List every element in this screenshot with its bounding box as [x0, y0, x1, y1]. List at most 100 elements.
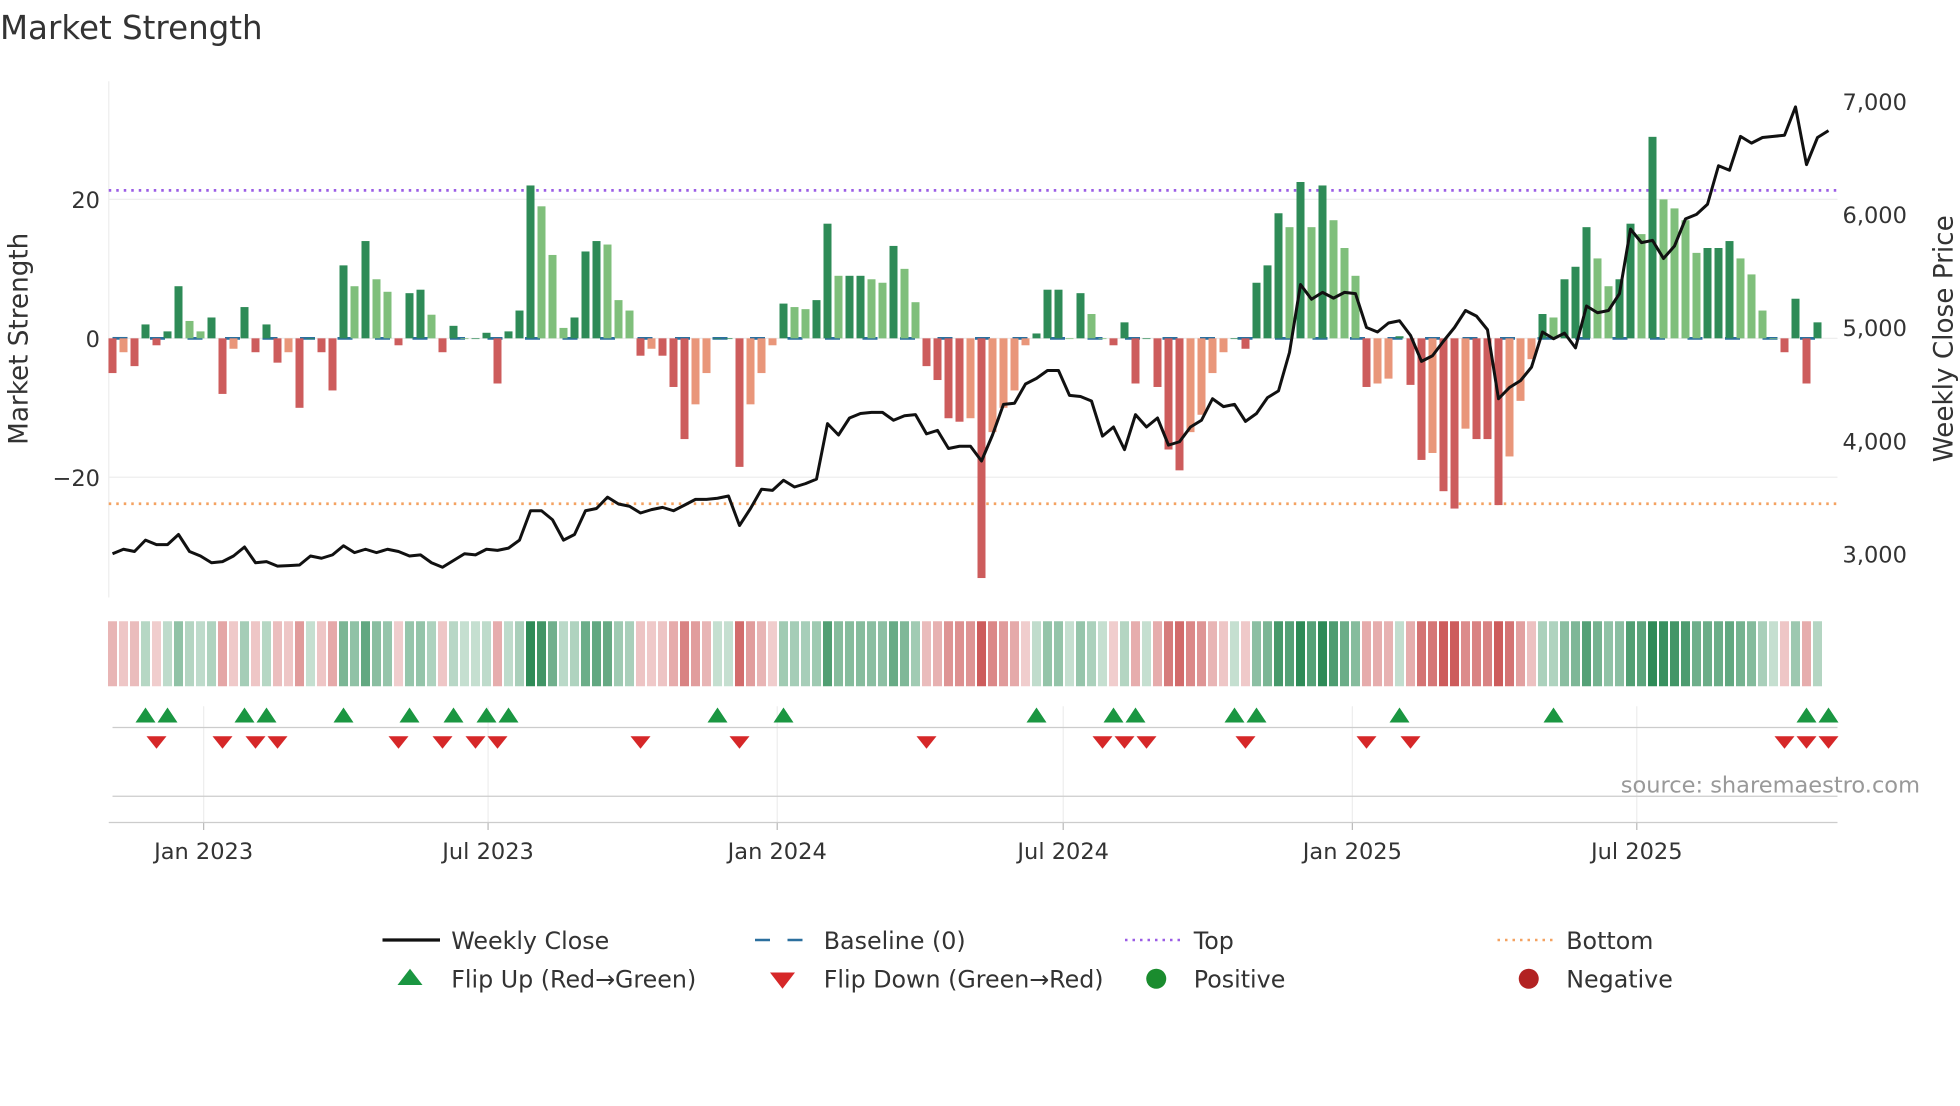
legend-label: Negative — [1566, 966, 1673, 994]
flip-down-marker — [1796, 736, 1817, 749]
heat-cell — [603, 621, 612, 687]
strength-bar — [1164, 338, 1173, 450]
heat-cell — [1450, 621, 1459, 687]
legend-item-negative: Negative — [1518, 966, 1673, 994]
heat-cell — [372, 621, 382, 687]
heat-cell — [1703, 621, 1712, 687]
strength-bar — [1791, 298, 1800, 339]
strength-bar — [394, 338, 403, 346]
strength-bar — [1362, 338, 1371, 387]
legend-label: Flip Down (Green→Red) — [824, 966, 1104, 994]
strength-bar — [1087, 314, 1096, 339]
strength-bar — [746, 338, 755, 405]
heat-cell — [1318, 621, 1327, 687]
strength-bar — [1054, 289, 1063, 339]
strength-bar — [1670, 208, 1679, 339]
heat-cell — [1813, 621, 1822, 687]
right-axis-label: Weekly Close Price — [1930, 215, 1960, 462]
flip-down-marker — [245, 736, 266, 749]
strength-bar — [1472, 338, 1481, 440]
flip-down-marker — [1092, 736, 1113, 749]
heat-cell — [1208, 621, 1217, 687]
strength-bar — [779, 303, 788, 339]
flip-up-marker — [773, 707, 794, 723]
strength-bar — [405, 293, 414, 339]
heat-cell — [240, 621, 249, 687]
flip-up-marker — [157, 707, 178, 723]
heat-cell — [416, 621, 425, 687]
strength-bar — [922, 338, 931, 367]
x-tick-label: Jan 2023 — [152, 839, 253, 865]
strength-bar — [163, 331, 172, 339]
strength-bar — [1560, 279, 1569, 339]
strength-bar — [515, 310, 524, 339]
strength-bar — [636, 338, 645, 356]
strength-bar — [1120, 322, 1129, 339]
heat-cell — [1021, 621, 1030, 687]
legend-label: Baseline (0) — [824, 927, 966, 955]
strength-bar — [416, 289, 425, 339]
x-tick-label: Jan 2025 — [1301, 839, 1402, 865]
strength-bar — [680, 338, 689, 440]
right-tick-label: 7,000 — [1843, 90, 1907, 116]
strength-bar — [438, 338, 447, 353]
heat-cell — [1791, 621, 1800, 687]
heat-cell — [1197, 621, 1206, 687]
heat-cell — [1109, 621, 1118, 687]
flip-up-marker — [135, 707, 156, 723]
heat-cell — [746, 621, 755, 687]
strength-bar — [988, 338, 997, 433]
strength-bar — [1263, 265, 1272, 339]
strength-bar — [218, 338, 227, 394]
strength-bar — [284, 338, 293, 353]
strength-bar — [724, 338, 733, 340]
strength-bar — [1142, 338, 1151, 340]
strength-bar — [306, 338, 315, 340]
strength-bar — [867, 279, 876, 339]
strength-bar — [427, 314, 436, 339]
heat-cell — [438, 621, 447, 687]
heat-cell — [1076, 621, 1085, 687]
heat-cell — [482, 621, 492, 687]
heat-cell — [1736, 621, 1745, 687]
heat-cell — [911, 621, 920, 687]
heat-cell — [218, 621, 227, 687]
heat-cell — [779, 621, 788, 687]
heat-cell — [1307, 621, 1316, 687]
triangle-down-icon — [770, 972, 795, 989]
heat-cell — [1120, 621, 1129, 687]
heat-cell — [1131, 621, 1140, 687]
heat-cell — [669, 621, 678, 687]
heat-cell — [1626, 621, 1635, 687]
heat-cell — [680, 621, 689, 687]
flip-down-marker — [432, 736, 453, 749]
heat-cell — [878, 621, 888, 687]
legend-label: Weekly Close — [451, 927, 609, 955]
left-axis-label: Market Strength — [5, 233, 35, 445]
strength-bar — [273, 338, 282, 363]
heat-cell — [1010, 621, 1019, 687]
heat-cell — [570, 621, 579, 687]
heat-cell — [163, 621, 172, 687]
strength-bar — [790, 307, 799, 339]
strength-bar — [1648, 136, 1657, 339]
left-tick-label: 20 — [71, 188, 100, 214]
heat-cell — [515, 621, 524, 687]
strength-bar — [1780, 338, 1789, 353]
right-tick-label: 6,000 — [1843, 203, 1907, 229]
strength-bar — [229, 338, 238, 349]
heat-cell — [1483, 621, 1492, 687]
strength-bar — [1494, 338, 1503, 506]
flip-up-marker — [333, 707, 354, 723]
legend-item-positive: Positive — [1146, 966, 1285, 994]
heat-cell — [1516, 621, 1525, 687]
strength-bar — [999, 338, 1008, 408]
strength-bar — [328, 338, 337, 391]
heat-cell — [1043, 621, 1052, 687]
heat-cell — [1241, 621, 1250, 687]
heat-cell — [185, 621, 194, 687]
heat-cell — [966, 621, 975, 687]
strength-bar — [108, 338, 117, 374]
heat-cell — [284, 621, 293, 687]
flip-up-marker — [234, 707, 255, 723]
